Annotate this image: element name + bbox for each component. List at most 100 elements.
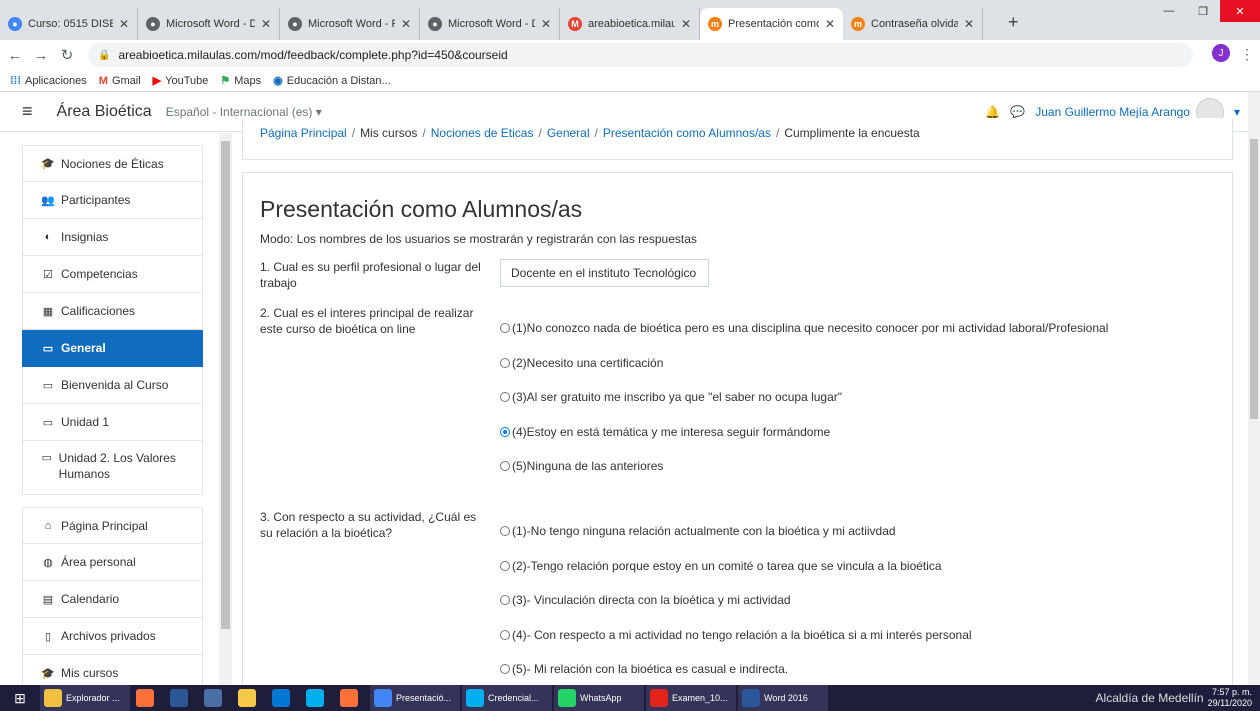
bookmark-label: Gmail xyxy=(111,74,141,87)
bookmark-item[interactable]: ▶ YouTube xyxy=(153,74,209,88)
bookmark-item[interactable]: ⚑ Maps xyxy=(220,74,261,88)
sidebar-item[interactable]: ☑ Competencias xyxy=(22,256,203,293)
browser-tab-strip: ● Curso: 0515 DISEÑO MET ✕ ● Microsoft Word … xyxy=(0,0,1260,40)
sidebar-item[interactable]: ◐ Insignias xyxy=(22,219,203,256)
browser-menu-icon[interactable]: ⋮ xyxy=(1240,46,1254,63)
sidebar-site-item[interactable]: ⌂ Página Principal xyxy=(22,507,203,544)
sidebar-item[interactable]: 👥 Participantes xyxy=(22,182,203,219)
radio-option[interactable]: (3)Al ser gratuito me inscribo ya que "e… xyxy=(500,390,842,404)
messages-icon[interactable]: 💬 xyxy=(1010,105,1025,119)
taskbar-item[interactable]: Presentació... xyxy=(370,685,460,711)
radio-button[interactable] xyxy=(500,560,510,571)
close-tab-icon[interactable]: ✕ xyxy=(681,17,691,31)
taskbar-item[interactable]: Word 2016 xyxy=(738,685,828,711)
gmail-icon: M xyxy=(568,17,582,31)
page-scrollbar[interactable] xyxy=(1248,92,1260,685)
radio-option[interactable]: (1)No conozco nada de bioética pero es u… xyxy=(500,321,1108,335)
breadcrumb-item[interactable]: General xyxy=(547,126,590,140)
radio-button[interactable] xyxy=(500,595,510,605)
radio-option[interactable]: (1)-No tengo ninguna relación actualment… xyxy=(500,524,896,538)
radio-button[interactable] xyxy=(500,426,510,437)
sidebar-item[interactable]: ▭ General xyxy=(22,330,203,367)
browser-tab[interactable]: m Presentación como Alum ✕ xyxy=(700,8,843,40)
browser-tab[interactable]: ● Microsoft Word - Rubrica ✕ xyxy=(280,8,420,40)
sidebar-scrollbar[interactable] xyxy=(219,133,232,685)
close-window-button[interactable]: ✕ xyxy=(1220,0,1260,22)
browser-tab[interactable]: m Contraseña olvidada ✕ xyxy=(843,8,983,40)
chrome-icon: ● xyxy=(8,17,22,31)
sidebar-site-item[interactable]: ▯ Archivos privados xyxy=(22,618,203,655)
minimize-button[interactable]: — xyxy=(1152,0,1186,22)
browser-tab[interactable]: ● Microsoft Word - Docum ✕ xyxy=(138,8,280,40)
course-sidebar: 🎓 Nociones de Éticas 👥 Participantes ◐ Insign… xyxy=(22,145,203,685)
close-tab-icon[interactable]: ✕ xyxy=(541,17,551,31)
browser-tab[interactable]: ● Microsoft Word - Docum ✕ xyxy=(420,8,560,40)
radio-option[interactable]: (2)-Tengo relación porque estoy en un co… xyxy=(500,559,942,573)
sidebar-item[interactable]: ▭ Bienvenida al Curso xyxy=(22,367,203,404)
radio-button[interactable] xyxy=(500,357,510,368)
bookmark-item[interactable]: ⁞⁞⁞ Aplicaciones xyxy=(10,75,87,87)
breadcrumb-item[interactable]: Página Principal xyxy=(260,126,347,140)
breadcrumb-item[interactable]: Presentación como Alumnos/as xyxy=(603,126,771,140)
close-tab-icon[interactable]: ✕ xyxy=(825,17,835,31)
site-name[interactable]: Área Bioética xyxy=(57,103,152,121)
taskbar-item[interactable] xyxy=(302,685,334,711)
sidebar-site-item[interactable]: ◍ Área personal xyxy=(22,544,203,581)
radio-button[interactable] xyxy=(500,392,510,402)
taskbar-item[interactable] xyxy=(200,685,232,711)
radio-option[interactable]: (4)- Con respecto a mi actividad no teng… xyxy=(500,628,972,642)
sidebar-site-item[interactable]: 🎓 Mis cursos xyxy=(22,655,203,685)
url-field[interactable]: 🔒 areabioetica.milaulas.com/mod/feedback… xyxy=(88,43,1193,67)
taskbar-item[interactable]: Explorador ... xyxy=(40,685,130,711)
radio-button[interactable] xyxy=(500,629,510,640)
sidebar-item[interactable]: 🎓 Nociones de Éticas xyxy=(22,145,203,182)
taskbar-item[interactable]: Examen_10... xyxy=(646,685,736,711)
taskbar-item[interactable]: Credencial... xyxy=(462,685,552,711)
app-icon xyxy=(204,689,222,707)
sidebar-site-item[interactable]: ▤ Calendario xyxy=(22,581,203,618)
radio-button[interactable] xyxy=(500,461,510,471)
taskbar-item[interactable] xyxy=(268,685,300,711)
taskbar-item[interactable]: WhatsApp xyxy=(554,685,644,711)
radio-option[interactable]: (5)- Mi relación con la bioética es casu… xyxy=(500,662,788,676)
question-1-input[interactable]: Docente en el instituto Tecnológico xyxy=(500,259,709,287)
sidebar-item[interactable]: ▭ Unidad 2. Los Valores Humanos xyxy=(22,441,203,495)
tab-title: Contraseña olvidada xyxy=(871,18,958,30)
radio-option-label: (5)- Mi relación con la bioética es casu… xyxy=(512,662,789,676)
close-tab-icon[interactable]: ✕ xyxy=(964,17,974,31)
forward-button[interactable]: → xyxy=(30,47,52,64)
radio-button[interactable] xyxy=(500,526,510,536)
new-tab-button[interactable]: + xyxy=(1008,12,1019,33)
browser-tab[interactable]: ● Curso: 0515 DISEÑO MET ✕ xyxy=(0,8,138,40)
user-menu-caret-icon[interactable]: ▾ xyxy=(1234,105,1240,119)
close-tab-icon[interactable]: ✕ xyxy=(401,17,411,31)
taskbar-item[interactable] xyxy=(166,685,198,711)
breadcrumb-item[interactable]: Nociones de Eticas xyxy=(431,126,534,140)
notification-bell-icon[interactable]: 🔔 xyxy=(985,105,1000,119)
radio-button[interactable] xyxy=(500,323,510,333)
radio-option[interactable]: (2)Necesito una certificación xyxy=(500,356,663,370)
language-selector[interactable]: Español - Internacional (es) ▾ xyxy=(166,105,322,119)
user-menu-name[interactable]: Juan Guillermo Mejía Arango xyxy=(1035,105,1190,119)
taskbar-item[interactable] xyxy=(336,685,368,711)
browser-tab[interactable]: Mareabioetica.milaulas.com ✕ xyxy=(560,8,700,40)
radio-option[interactable]: (5)Ninguna de las anteriores xyxy=(500,459,663,473)
taskbar-item[interactable] xyxy=(234,685,266,711)
bookmark-item[interactable]: ◉ Educación a Distan... xyxy=(273,74,391,88)
hamburger-menu-icon[interactable]: ≡ xyxy=(22,101,33,122)
sidebar-item[interactable]: ▭ Unidad 1 xyxy=(22,404,203,441)
sidebar-item[interactable]: ▦ Calificaciones xyxy=(22,293,203,330)
reload-button[interactable]: ↻ xyxy=(56,46,78,64)
profile-avatar[interactable]: J xyxy=(1212,44,1230,62)
back-button[interactable]: ← xyxy=(4,47,26,64)
close-tab-icon[interactable]: ✕ xyxy=(261,17,271,31)
taskbar-item[interactable] xyxy=(132,685,164,711)
chrome-icon xyxy=(374,689,392,707)
radio-option[interactable]: (4)Estoy en está temática y me interesa … xyxy=(500,425,830,439)
bookmark-item[interactable]: M Gmail xyxy=(99,75,141,87)
radio-option[interactable]: (3)- Vinculación directa con la bioética… xyxy=(500,593,791,607)
close-tab-icon[interactable]: ✕ xyxy=(119,17,129,31)
maximize-button[interactable]: ❐ xyxy=(1186,0,1220,22)
radio-button[interactable] xyxy=(500,664,510,674)
windows-start-icon[interactable]: ⊞ xyxy=(0,685,40,711)
